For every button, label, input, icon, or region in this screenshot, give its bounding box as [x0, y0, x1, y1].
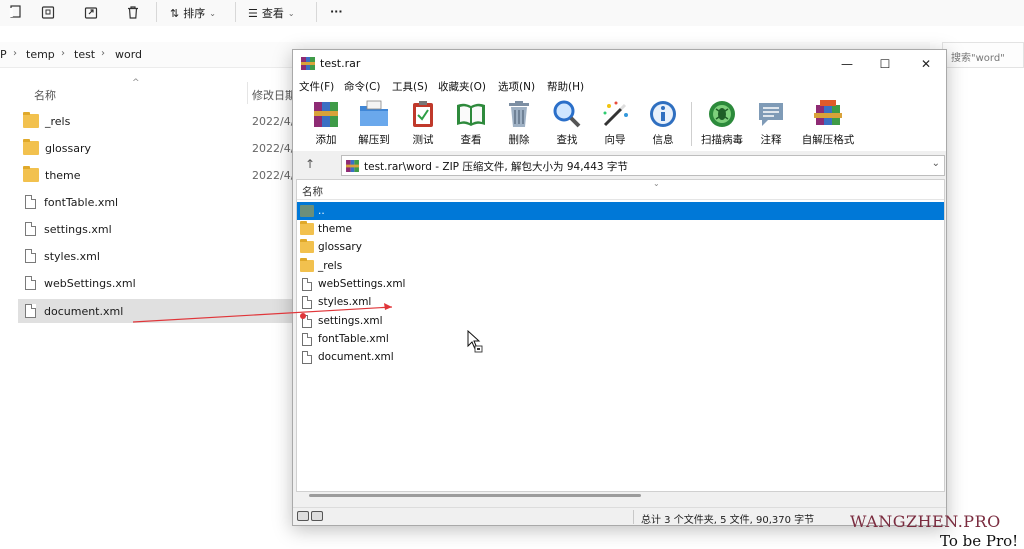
- mouse-cursor-icon: [467, 330, 483, 353]
- watermark-title: WANGZHEN.PRO: [850, 512, 1001, 531]
- annotation-arrow: [132, 303, 393, 323]
- watermark-slogan: To be Pro!: [940, 532, 1019, 549]
